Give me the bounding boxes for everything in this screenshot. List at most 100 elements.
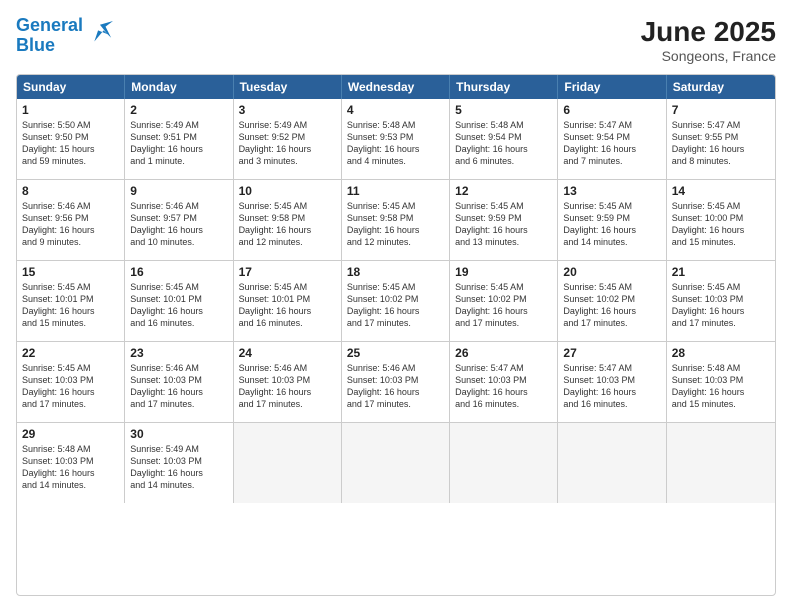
cell-text: Sunrise: 5:45 AMSunset: 10:03 PMDaylight… [22,362,119,411]
day-number: 16 [130,265,227,279]
day-number: 9 [130,184,227,198]
cell-text: Sunrise: 5:45 AMSunset: 10:01 PMDaylight… [130,281,227,330]
cell-text: Sunrise: 5:47 AMSunset: 10:03 PMDaylight… [455,362,552,411]
day-number: 13 [563,184,660,198]
day-number: 11 [347,184,444,198]
day-number: 24 [239,346,336,360]
cell-text: Sunrise: 5:46 AMSunset: 9:56 PMDaylight:… [22,200,119,249]
cal-cell: 26Sunrise: 5:47 AMSunset: 10:03 PMDaylig… [450,342,558,422]
cal-cell [450,423,558,503]
day-number: 30 [130,427,227,441]
cal-cell: 18Sunrise: 5:45 AMSunset: 10:02 PMDaylig… [342,261,450,341]
week-row-0: 1 Sunrise: 5:50 AMSunset: 9:50 PMDaylight… [17,99,775,179]
cal-cell [234,423,342,503]
day-number: 21 [672,265,770,279]
cell-text: Sunrise: 5:46 AMSunset: 10:03 PMDaylight… [130,362,227,411]
cal-cell: 2 Sunrise: 5:49 AMSunset: 9:51 PMDaylight… [125,99,233,179]
cell-text: Sunrise: 5:49 AMSunset: 9:51 PMDaylight:… [130,119,227,168]
cell-text: Sunrise: 5:45 AMSunset: 9:58 PMDaylight:… [239,200,336,249]
cal-cell: 5 Sunrise: 5:48 AMSunset: 9:54 PMDaylight… [450,99,558,179]
cal-cell: 29Sunrise: 5:48 AMSunset: 10:03 PMDaylig… [17,423,125,503]
day-number: 1 [22,103,119,117]
cal-cell: 15 Sunrise: 5:45 AMSunset: 10:01 PMDaylig… [17,261,125,341]
cal-cell: 14 Sunrise: 5:45 AMSunset: 10:00 PMDaylig… [667,180,775,260]
day-number: 20 [563,265,660,279]
cell-text: Sunrise: 5:48 AMSunset: 9:54 PMDaylight:… [455,119,552,168]
day-number: 27 [563,346,660,360]
cal-cell [667,423,775,503]
cal-cell: 30 Sunrise: 5:49 AMSunset: 10:03 PMDaylig… [125,423,233,503]
cell-text: Sunrise: 5:45 AMSunset: 10:01 PMDaylight… [239,281,336,330]
cal-cell: 4Sunrise: 5:48 AMSunset: 9:53 PMDaylight… [342,99,450,179]
calendar: SundayMondayTuesdayWednesdayThursdayFrid… [16,74,776,596]
cell-text: Sunrise: 5:45 AMSunset: 10:02 PMDaylight… [347,281,444,330]
header-cell-thursday: Thursday [450,75,558,99]
cell-text: Sunrise: 5:50 AMSunset: 9:50 PMDaylight:… [22,119,119,168]
cell-text: Sunrise: 5:45 AMSunset: 10:02 PMDaylight… [455,281,552,330]
week-row-4: 29Sunrise: 5:48 AMSunset: 10:03 PMDaylig… [17,422,775,503]
cell-text: Sunrise: 5:49 AMSunset: 9:52 PMDaylight:… [239,119,336,168]
cell-text: Sunrise: 5:45 AMSunset: 10:00 PMDaylight… [672,200,770,249]
cal-cell: 11Sunrise: 5:45 AMSunset: 9:58 PMDayligh… [342,180,450,260]
logo: General Blue [16,16,113,56]
cal-cell: 28Sunrise: 5:48 AMSunset: 10:03 PMDaylig… [667,342,775,422]
cell-text: Sunrise: 5:47 AMSunset: 9:54 PMDaylight:… [563,119,660,168]
week-row-2: 15 Sunrise: 5:45 AMSunset: 10:01 PMDaylig… [17,260,775,341]
day-number: 10 [239,184,336,198]
cal-cell: 16 Sunrise: 5:45 AMSunset: 10:01 PMDaylig… [125,261,233,341]
cal-cell: 22 Sunrise: 5:45 AMSunset: 10:03 PMDaylig… [17,342,125,422]
header-cell-friday: Friday [558,75,666,99]
cal-cell: 17 Sunrise: 5:45 AMSunset: 10:01 PMDaylig… [234,261,342,341]
header-cell-sunday: Sunday [17,75,125,99]
day-number: 14 [672,184,770,198]
day-number: 15 [22,265,119,279]
day-number: 6 [563,103,660,117]
day-number: 3 [239,103,336,117]
calendar-body: 1 Sunrise: 5:50 AMSunset: 9:50 PMDaylight… [17,99,775,503]
cal-cell: 27 Sunrise: 5:47 AMSunset: 10:03 PMDaylig… [558,342,666,422]
cell-text: Sunrise: 5:48 AMSunset: 10:03 PMDaylight… [22,443,119,492]
cal-cell: 13Sunrise: 5:45 AMSunset: 9:59 PMDayligh… [558,180,666,260]
day-number: 22 [22,346,119,360]
cal-cell: 3 Sunrise: 5:49 AMSunset: 9:52 PMDaylight… [234,99,342,179]
cell-text: Sunrise: 5:45 AMSunset: 10:01 PMDaylight… [22,281,119,330]
cell-text: Sunrise: 5:49 AMSunset: 10:03 PMDaylight… [130,443,227,492]
day-number: 25 [347,346,444,360]
cell-text: Sunrise: 5:45 AMSunset: 10:02 PMDaylight… [563,281,660,330]
week-row-3: 22 Sunrise: 5:45 AMSunset: 10:03 PMDaylig… [17,341,775,422]
cal-cell: 23Sunrise: 5:46 AMSunset: 10:03 PMDaylig… [125,342,233,422]
cal-cell: 25 Sunrise: 5:46 AMSunset: 10:03 PMDaylig… [342,342,450,422]
logo-line1: General [16,15,83,35]
logo-line2: Blue [16,35,55,55]
cal-cell: 1 Sunrise: 5:50 AMSunset: 9:50 PMDaylight… [17,99,125,179]
page: General Blue June 2025 Songeons, France … [0,0,792,612]
day-number: 2 [130,103,227,117]
day-number: 8 [22,184,119,198]
cal-cell: 12 Sunrise: 5:45 AMSunset: 9:59 PMDayligh… [450,180,558,260]
cal-cell: 10 Sunrise: 5:45 AMSunset: 9:58 PMDayligh… [234,180,342,260]
cal-cell: 9Sunrise: 5:46 AMSunset: 9:57 PMDaylight… [125,180,233,260]
day-number: 4 [347,103,444,117]
cell-text: Sunrise: 5:46 AMSunset: 10:03 PMDaylight… [347,362,444,411]
header-cell-tuesday: Tuesday [234,75,342,99]
header-cell-wednesday: Wednesday [342,75,450,99]
day-number: 17 [239,265,336,279]
cell-text: Sunrise: 5:47 AMSunset: 10:03 PMDaylight… [563,362,660,411]
day-number: 19 [455,265,552,279]
logo-icon [85,21,113,49]
location: Songeons, France [641,48,776,64]
calendar-header: SundayMondayTuesdayWednesdayThursdayFrid… [17,75,775,99]
cal-cell: 8 Sunrise: 5:46 AMSunset: 9:56 PMDaylight… [17,180,125,260]
header-cell-monday: Monday [125,75,233,99]
cal-cell [558,423,666,503]
day-number: 5 [455,103,552,117]
day-number: 12 [455,184,552,198]
cal-cell: 20 Sunrise: 5:45 AMSunset: 10:02 PMDaylig… [558,261,666,341]
cal-cell: 19 Sunrise: 5:45 AMSunset: 10:02 PMDaylig… [450,261,558,341]
cal-cell: 7Sunrise: 5:47 AMSunset: 9:55 PMDaylight… [667,99,775,179]
cal-cell: 6 Sunrise: 5:47 AMSunset: 9:54 PMDaylight… [558,99,666,179]
cal-cell [342,423,450,503]
header: General Blue June 2025 Songeons, France [16,16,776,64]
title-area: June 2025 Songeons, France [641,16,776,64]
cell-text: Sunrise: 5:45 AMSunset: 9:59 PMDaylight:… [455,200,552,249]
